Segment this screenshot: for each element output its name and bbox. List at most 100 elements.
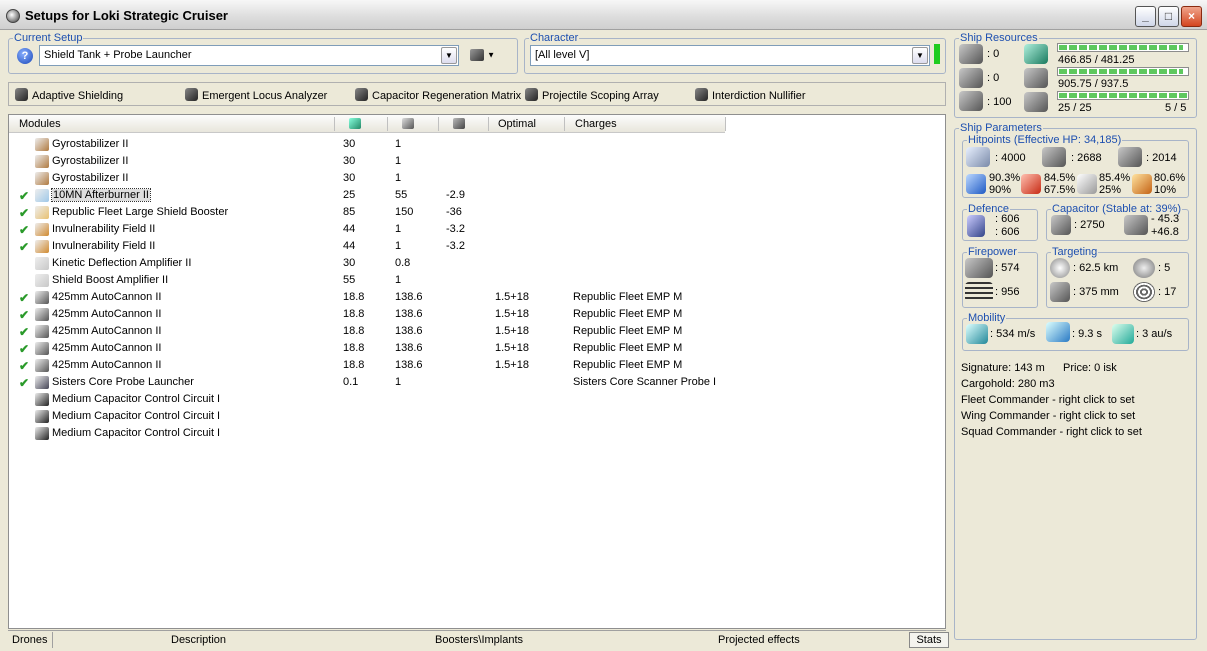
module-row[interactable]: ✔ 425mm AutoCannon II 18.8 138.6 1.5+18 Repub… [9,357,725,374]
setup-select[interactable]: Shield Tank + Probe Launcher ▼ [39,45,459,66]
active-check-icon[interactable]: ✔ [19,206,29,220]
fit-price: Price: 0 isk [1063,362,1117,374]
module-row[interactable]: ✔ Sisters Core Probe Launcher 0.1 1 Sisters … [9,374,725,391]
module-name: Gyrostabilizer II [52,172,129,184]
stats-button[interactable]: Stats [909,632,949,648]
module-cpu: 18.8 [343,359,365,371]
module-name: Republic Fleet Large Shield Booster [52,206,229,218]
capacitor-column-icon[interactable] [453,118,465,132]
module-cpu: 85 [343,206,356,218]
explosive-resist-1: 80.6% [1154,172,1186,184]
module-row[interactable]: ✔ 425mm AutoCannon II 18.8 138.6 1.5+18 Repub… [9,340,725,357]
header-optimal[interactable]: Optimal [498,118,536,130]
kinetic-resist-2: 25% [1099,184,1122,196]
targeting-legend: Targeting [1052,246,1098,258]
active-check-icon[interactable]: ✔ [19,325,29,339]
close-button[interactable]: × [1181,6,1202,27]
module-row[interactable]: Medium Capacitor Control Circuit I [9,391,725,408]
window-title: Setups for Loki Strategic Cruiser [25,8,228,23]
tab-description[interactable]: Description [171,634,226,646]
active-check-icon[interactable]: ✔ [19,376,29,390]
module-row[interactable]: ✔ 425mm AutoCannon II 18.8 138.6 1.5+18 Repub… [9,306,725,323]
thermal-resist-icon [1021,174,1041,194]
subsystem-defensive[interactable]: Adaptive Shielding [15,88,123,102]
module-capacitor: -3.2 [446,240,465,252]
module-row[interactable]: ✔ Invulnerability Field II 44 1 -3.2 [9,221,725,238]
help-icon[interactable]: ? [17,48,33,64]
fleet-commander[interactable]: Fleet Commander - right click to set [961,394,1135,406]
active-check-icon[interactable]: ✔ [19,189,29,203]
active-check-icon[interactable]: ✔ [19,223,29,237]
module-row[interactable]: Kinetic Deflection Amplifier II 30 0.8 [9,255,725,272]
warp-speed: : 3 au/s [1136,328,1173,340]
kinetic-resist-icon [1077,174,1097,194]
active-check-icon[interactable]: ✔ [19,291,29,305]
character-select[interactable]: [All level V] ▼ [530,45,930,66]
calibration-bar [1057,91,1189,100]
minimize-button[interactable]: _ [1135,6,1156,27]
chevron-down-icon[interactable]: ▼ [912,47,928,64]
active-check-icon[interactable]: ✔ [19,240,29,254]
module-row[interactable]: Gyrostabilizer II 30 1 [9,136,725,153]
module-row[interactable]: Gyrostabilizer II 30 1 [9,170,725,187]
module-powergrid: 1 [395,223,402,235]
explosive-resist-2: 10% [1154,184,1177,196]
module-icon [35,393,49,406]
maximize-button[interactable]: □ [1158,6,1179,27]
subsystem-icon [525,88,538,101]
turret-dps-icon [965,258,993,278]
powergrid-column-icon[interactable] [402,118,414,132]
module-charges: Republic Fleet EMP M [573,325,683,337]
tab-projected-effects[interactable]: Projected effects [718,634,800,646]
structure-hp: : 2014 [1146,152,1177,164]
thermal-resist-2: 67.5% [1044,184,1076,196]
ship-parameters-legend: Ship Parameters [960,122,1042,134]
squad-commander[interactable]: Squad Commander - right click to set [961,426,1142,438]
module-cpu: 0.1 [343,376,359,388]
module-cpu: 44 [343,223,356,235]
hitpoints-legend: Hitpoints (Effective HP: 34,185) [968,134,1122,146]
module-name: 425mm AutoCannon II [52,342,162,354]
module-powergrid: 138.6 [395,325,423,337]
header-charges[interactable]: Charges [575,118,617,130]
module-name: Sisters Core Probe Launcher [52,376,194,388]
max-targets: : 5 [1158,262,1171,274]
setup-select-value: Shield Tank + Probe Launcher [44,49,192,61]
module-capacitor: -2.9 [446,189,465,201]
module-row[interactable]: ✔ 425mm AutoCannon II 18.8 138.6 1.5+18 Repub… [9,289,725,306]
subsystem-engineering[interactable]: Capacitor Regeneration Matrix [355,88,521,102]
active-check-icon[interactable]: ✔ [19,359,29,373]
cpu-column-icon[interactable] [349,118,361,132]
module-row[interactable]: ✔ Republic Fleet Large Shield Booster 85 15… [9,204,725,221]
module-row[interactable]: ✔ 10MN Afterburner II 25 55 -2.9 [9,187,725,204]
calibration-value: : 100 [987,96,1012,108]
active-check-icon[interactable]: ✔ [19,342,29,356]
tab-drones[interactable]: Drones [12,634,47,646]
module-row[interactable]: Medium Capacitor Control Circuit I [9,408,725,425]
module-row[interactable]: Gyrostabilizer II 30 1 [9,153,725,170]
subsystem-offensive[interactable]: Projectile Scoping Array [525,88,659,102]
module-powergrid: 0.8 [395,257,411,269]
active-check-icon[interactable]: ✔ [19,308,29,322]
module-row[interactable]: ✔ 425mm AutoCannon II 18.8 138.6 1.5+18 Repub… [9,323,725,340]
module-cpu: 18.8 [343,325,365,337]
subsystem-propulsion[interactable]: Interdiction Nullifier [695,88,806,102]
tab-boosters-implants[interactable]: Boosters\Implants [435,634,523,646]
module-optimal: 1.5+18 [495,325,529,337]
chevron-down-icon[interactable]: ▼ [441,47,457,64]
powergrid-icon [1024,68,1048,88]
setup-tools-button[interactable]: ▼ [470,49,500,63]
capacitor-icon [1051,215,1071,235]
module-row[interactable]: Medium Capacitor Control Circuit I [9,425,725,442]
header-modules[interactable]: Modules [19,118,61,130]
module-cpu: 55 [343,274,356,286]
module-cpu: 18.8 [343,308,365,320]
module-row[interactable]: ✔ Invulnerability Field II 44 1 -3.2 [9,238,725,255]
wing-commander[interactable]: Wing Commander - right click to set [961,410,1135,422]
character-status-indicator [934,44,940,64]
app-icon [6,9,20,23]
subsystem-electronics[interactable]: Emergent Locus Analyzer [185,88,327,102]
current-setup-legend: Current Setup [14,32,83,44]
module-powergrid: 138.6 [395,359,423,371]
module-row[interactable]: Shield Boost Amplifier II 55 1 [9,272,725,289]
